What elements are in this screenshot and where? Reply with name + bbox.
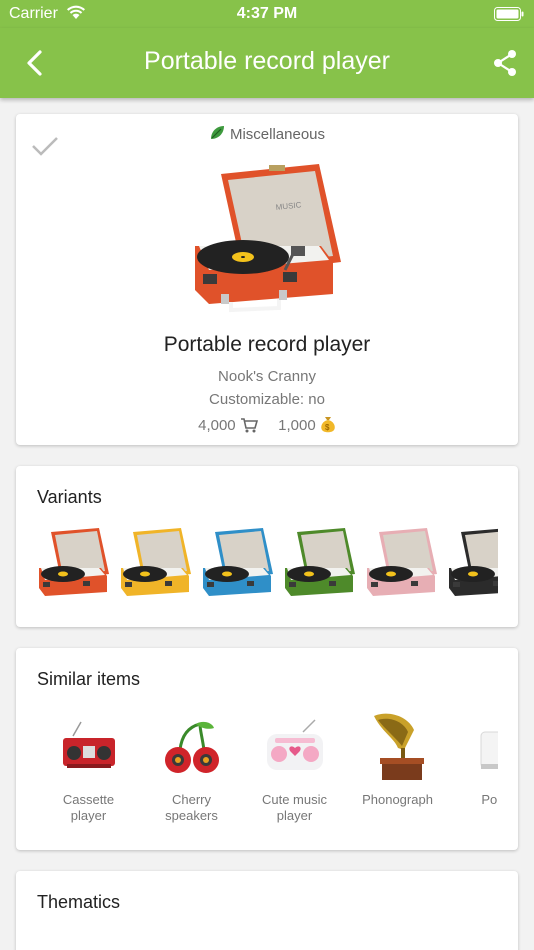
variant-thumbnail[interactable] [447, 526, 498, 602]
cart-icon [240, 417, 262, 434]
item-source: Nook's Cranny [218, 368, 316, 385]
sell-price: 1,000 [278, 417, 316, 434]
cute-music-player-icon [243, 708, 346, 788]
category-label: Miscellaneous [16, 125, 518, 145]
leaf-icon [209, 125, 225, 145]
phonograph-icon [346, 708, 449, 788]
variant-thumbnail[interactable] [283, 526, 358, 602]
item-name: Portable record player [163, 333, 371, 356]
svg-text:$: $ [325, 423, 330, 432]
variant-thumbnail[interactable] [201, 526, 276, 602]
bells-bag-icon: $ [320, 417, 336, 434]
similar-item-label: Cherry speakers [165, 792, 218, 823]
battery-icon [494, 7, 524, 26]
price-row: 4,000 1,000 $ [16, 415, 518, 434]
similar-items-title: Similar items [37, 669, 141, 689]
similar-item[interactable]: Cherry speakers [140, 708, 243, 824]
variant-thumbnail[interactable] [119, 526, 194, 602]
variants-card: Variants [16, 466, 518, 627]
share-icon [494, 50, 516, 76]
similar-item-label: Portab [481, 792, 498, 807]
page-title: Portable record player [144, 47, 390, 75]
category-text: Miscellaneous [229, 126, 326, 143]
similar-item[interactable]: Portab [449, 708, 498, 808]
clock: 4:37 PM [236, 5, 298, 22]
cherry-speakers-icon [140, 708, 243, 788]
variant-thumbnail[interactable] [365, 526, 440, 602]
thematics-card: Thematics [16, 871, 518, 950]
similar-item[interactable]: Cassette player [37, 708, 140, 824]
record-player-image: MUSIC [191, 162, 341, 319]
app-bar: Portable record player [0, 28, 534, 98]
item-customizable: Customizable: no [209, 391, 325, 408]
cassette-player-icon [37, 708, 140, 788]
status-bar: Carrier 4:37 PM [0, 0, 534, 28]
variants-title: Variants [37, 487, 102, 507]
portable-radio-icon [449, 708, 498, 788]
similar-item-label: Cassette player [62, 792, 115, 823]
similar-item-label: Phonograph [362, 792, 433, 807]
similar-item-label: Cute music player [261, 792, 328, 823]
variants-list[interactable] [37, 526, 498, 606]
similar-items-list[interactable]: Cassette player Cherry speakers Cute mus… [37, 708, 498, 833]
buy-price: 4,000 [198, 417, 236, 434]
similar-items-card: Similar items Cassette player Cherry spe… [16, 648, 518, 850]
thematics-title: Thematics [37, 892, 121, 912]
similar-item[interactable]: Phonograph [346, 708, 449, 808]
item-detail-card: Miscellaneous MUSIC Portable record play… [16, 114, 518, 445]
share-button[interactable] [490, 48, 520, 78]
similar-item[interactable]: Cute music player [243, 708, 346, 824]
variant-thumbnail[interactable] [37, 526, 112, 602]
